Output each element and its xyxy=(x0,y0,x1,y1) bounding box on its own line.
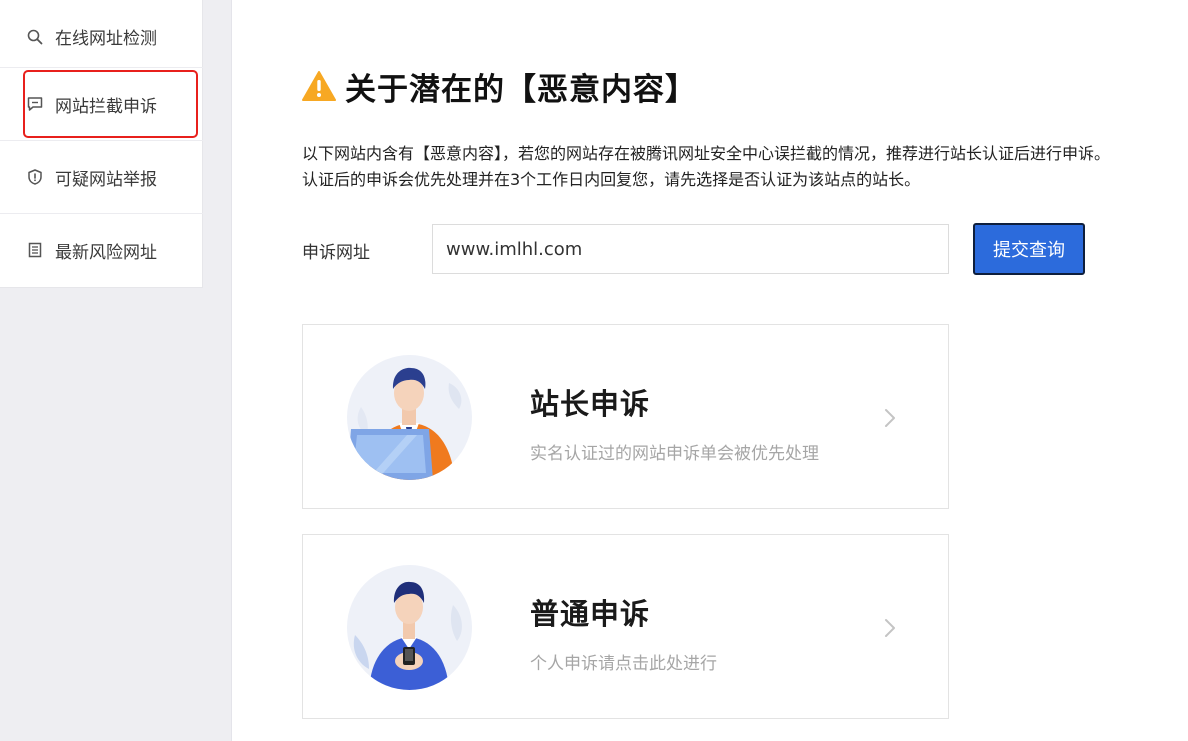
sidebar-item-url-check[interactable]: 在线网址检测 xyxy=(0,0,203,73)
description-line: 以下网站内含有【恶意内容】，若您的网站存在被腾讯网址安全中心误拦截的情况，推荐进… xyxy=(302,144,1111,163)
url-input[interactable] xyxy=(432,224,949,274)
card-title: 普通申诉 xyxy=(530,597,651,631)
sidebar-item-label: 网站拦截申诉 xyxy=(55,96,157,117)
chevron-right-icon xyxy=(885,619,895,637)
sidebar-item-latest-risk[interactable]: 最新风险网址 xyxy=(0,213,203,286)
page-title-text: 关于潜在的【恶意内容】 xyxy=(345,71,697,108)
webmaster-appeal-card[interactable]: 站长申诉 实名认证过的网站申诉单会被优先处理 xyxy=(302,324,949,509)
card-subtitle: 实名认证过的网站申诉单会被优先处理 xyxy=(530,444,819,464)
list-icon xyxy=(26,241,44,259)
description-line: 认证后的申诉会优先处理并在3个工作日内回复您，请先选择是否认证为该站点的站长。 xyxy=(302,170,921,189)
sidebar-item-label: 可疑网站举报 xyxy=(55,169,157,190)
sidebar: 在线网址检测 网站拦截申诉 可疑网站举报 最新风险网址 xyxy=(0,0,232,741)
sidebar-nav: 在线网址检测 网站拦截申诉 可疑网站举报 最新风险网址 xyxy=(0,0,203,288)
main-content: 关于潜在的【恶意内容】 以下网站内含有【恶意内容】，若您的网站存在被腾讯网址安全… xyxy=(232,0,1188,741)
card-title: 站长申诉 xyxy=(530,387,651,421)
page: 在线网址检测 网站拦截申诉 可疑网站举报 最新风险网址 关于潜在的【恶意内容】 … xyxy=(0,0,1188,741)
warning-icon xyxy=(302,70,336,102)
sidebar-item-site-appeal[interactable]: 网站拦截申诉 xyxy=(0,67,203,140)
sidebar-item-report-site[interactable]: 可疑网站举报 xyxy=(0,140,203,213)
sidebar-item-label: 最新风险网址 xyxy=(55,242,157,263)
message-icon xyxy=(26,95,44,113)
general-appeal-card[interactable]: 普通申诉 个人申诉请点击此处进行 xyxy=(302,534,949,719)
submit-query-button[interactable]: 提交查询 xyxy=(973,223,1085,275)
search-icon xyxy=(26,28,44,46)
sidebar-item-label: 在线网址检测 xyxy=(55,29,157,49)
user-illustration xyxy=(347,565,472,690)
url-label: 申诉网址 xyxy=(302,243,370,263)
webmaster-illustration xyxy=(347,355,472,480)
description: 以下网站内含有【恶意内容】，若您的网站存在被腾讯网址安全中心误拦截的情况，推荐进… xyxy=(302,141,1188,193)
chevron-right-icon xyxy=(885,409,895,427)
card-subtitle: 个人申诉请点击此处进行 xyxy=(530,654,717,674)
shield-icon xyxy=(26,168,44,186)
page-title: 关于潜在的【恶意内容】 xyxy=(302,66,697,108)
